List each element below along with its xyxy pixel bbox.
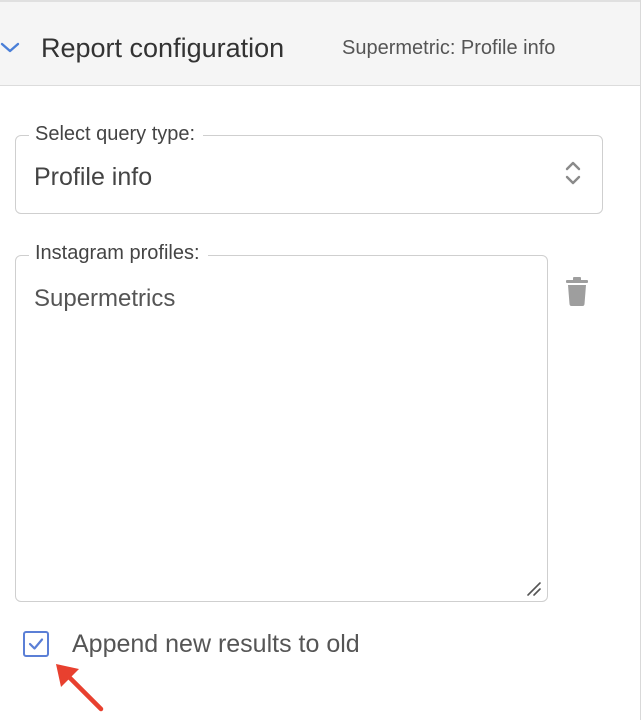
panel-title: Report configuration xyxy=(41,33,285,63)
append-results-checkbox[interactable] xyxy=(23,631,49,657)
resize-handle-icon[interactable] xyxy=(524,579,542,597)
query-type-label: Select query type: xyxy=(29,123,204,146)
append-results-label[interactable]: Append new results to old xyxy=(72,630,360,659)
trash-icon[interactable] xyxy=(566,276,588,306)
panel-header[interactable]: Report configuration Supermetric: Profil… xyxy=(0,0,640,86)
updown-chevrons-icon[interactable] xyxy=(563,158,583,188)
annotation-arrow-icon xyxy=(56,664,104,712)
report-configuration-panel: Report configuration Supermetric: Profil… xyxy=(0,0,641,720)
panel-subtitle: Supermetric: Profile info xyxy=(342,37,556,59)
instagram-profiles-label: Instagram profiles: xyxy=(29,242,208,265)
instagram-profiles-value[interactable]: Supermetrics xyxy=(34,285,175,313)
checkmark-icon xyxy=(28,638,44,650)
query-type-value[interactable]: Profile info xyxy=(34,163,152,192)
chevron-down-icon[interactable] xyxy=(0,38,20,58)
